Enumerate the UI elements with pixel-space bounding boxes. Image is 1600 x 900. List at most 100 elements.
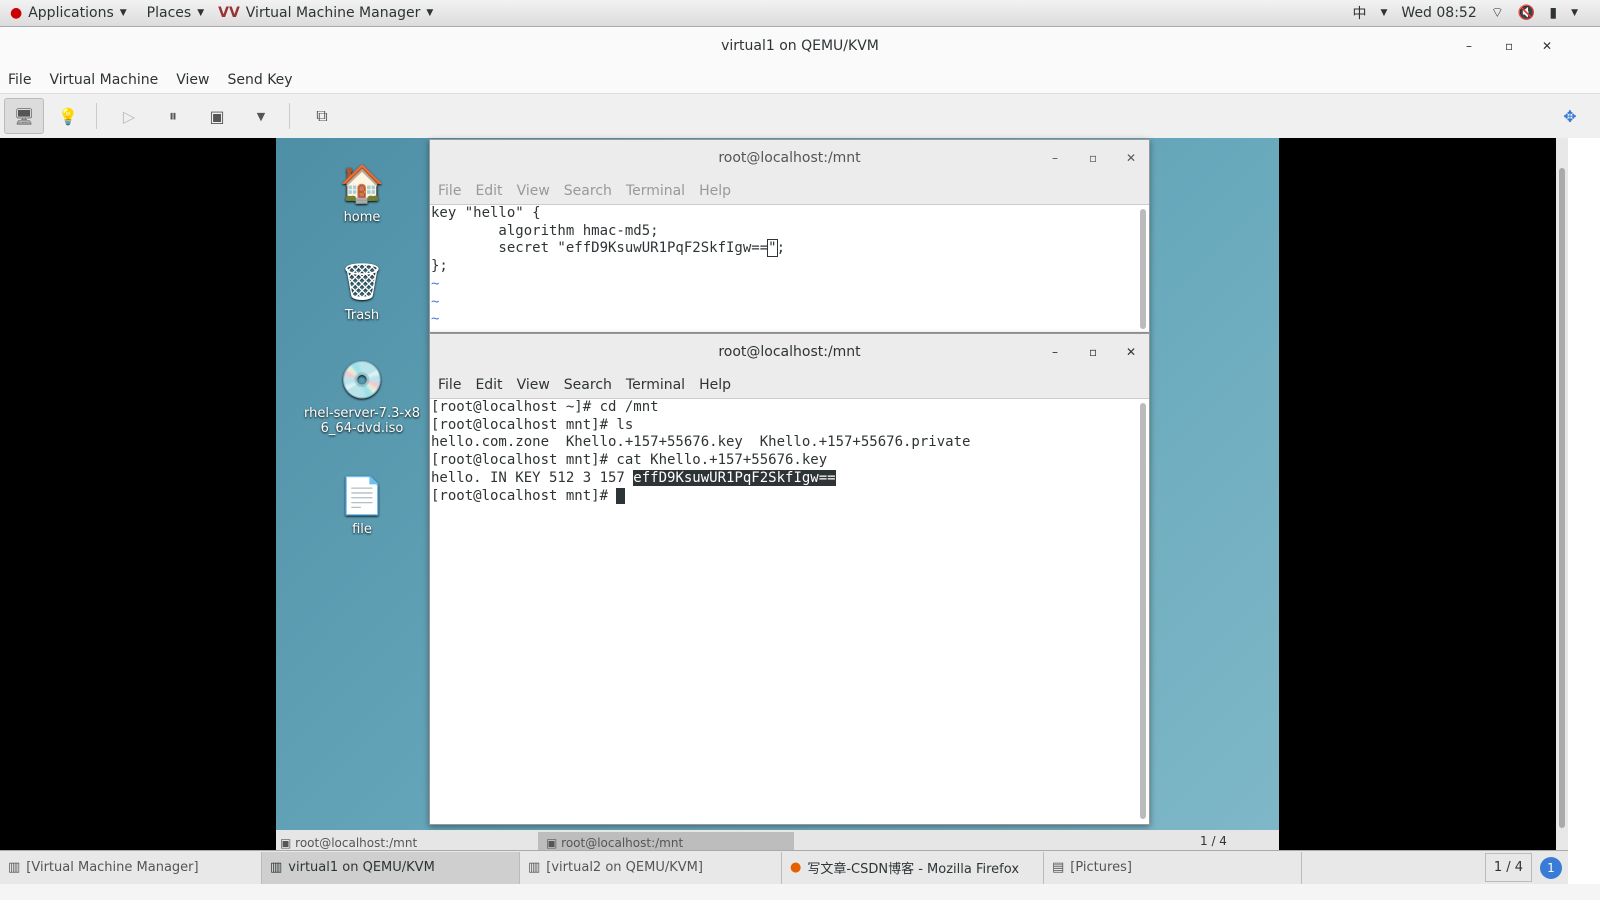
menu-help[interactable]: Help (699, 183, 731, 199)
chevron-down-icon: ▼ (256, 109, 266, 123)
menu-file[interactable]: File (438, 183, 461, 199)
window-title: virtual1 on QEMU/KVM (721, 38, 879, 54)
screen-bottom (0, 884, 1600, 900)
close-button[interactable]: ✕ (1542, 27, 1552, 66)
details-button[interactable]: 💡 (48, 98, 88, 134)
minimize-button[interactable]: – (1466, 27, 1472, 66)
desktop-icon-file[interactable]: 📄 file (307, 472, 417, 537)
menu-bar: File Virtual Machine View Send Key (0, 66, 1600, 94)
fullscreen-icon: ✥ (1563, 106, 1577, 126)
terminal-window-back[interactable]: root@localhost:/mnt – ▫ ✕ File Edit View Se… (429, 139, 1150, 333)
task-virtual2[interactable]: ▥ [virtual2 on QEMU/KVM] (520, 851, 782, 884)
close-button[interactable]: ✕ (1126, 140, 1136, 177)
virt-manager-icon: VV (218, 5, 240, 21)
virt-manager-icon: ▥ (270, 860, 283, 875)
virt-manager-icon: ▥ (8, 860, 21, 875)
chevron-down-icon: ▼ (426, 8, 434, 18)
disc-icon: 💿 (339, 360, 385, 401)
snapshot-button[interactable]: ⧉ (302, 98, 342, 134)
menu-view[interactable]: View (517, 183, 550, 199)
menu-edit[interactable]: Edit (475, 183, 502, 199)
close-button[interactable]: ✕ (1126, 334, 1136, 371)
host-taskbar: ▥ [Virtual Machine Manager] ▥ virtual1 on … (0, 850, 1568, 884)
maximize-button[interactable]: ▫ (1089, 334, 1097, 371)
guest-taskbar: ▣ root@localhost:/mnt ▣ root@localhost:/… (276, 830, 1279, 850)
virt-manager-icon: ▥ (528, 860, 541, 875)
terminal-titlebar: root@localhost:/mnt – ▫ ✕ (430, 334, 1149, 371)
input-method-indicator[interactable]: 中 (1353, 3, 1367, 23)
terminal-icon: ▣ (280, 836, 296, 850)
minimize-button[interactable]: – (1052, 140, 1058, 177)
lightbulb-icon: 💡 (58, 106, 78, 126)
trash-icon: 🗑 (339, 262, 385, 303)
desktop-icon-trash[interactable]: 🗑 Trash (307, 258, 417, 323)
menu-edit[interactable]: Edit (475, 377, 502, 393)
task-pictures[interactable]: ▤ [Pictures] (1044, 851, 1302, 884)
maximize-button[interactable]: ▫ (1505, 27, 1513, 66)
chevron-down-icon: ▼ (197, 8, 205, 18)
redhat-icon: ● (10, 5, 23, 21)
desktop-icon-home[interactable]: 🏠 home (307, 160, 417, 225)
divider (289, 103, 290, 129)
menu-file[interactable]: File (8, 72, 31, 88)
battery-icon[interactable]: ▮ (1549, 5, 1557, 21)
toolbar: 🖥 💡 ▷ ⏸ ▣ ▼ ⧉ ✥ (0, 94, 1600, 138)
screenshot-icon: ⧉ (316, 106, 328, 125)
workspace-indicator[interactable]: 1 / 4 (1484, 853, 1532, 882)
scrollbar[interactable] (1140, 209, 1146, 329)
menu-view[interactable]: View (517, 377, 550, 393)
maximize-button[interactable]: ▫ (1089, 140, 1097, 177)
fullscreen-button[interactable]: ✥ (1550, 98, 1590, 134)
menu-send-key[interactable]: Send Key (227, 72, 292, 88)
shutdown-button[interactable]: ▣ (197, 98, 237, 134)
console-button[interactable]: 🖥 (4, 98, 44, 134)
clock[interactable]: Wed 08:52 (1401, 5, 1476, 21)
terminal-content[interactable]: [root@localhost ~]# cd /mnt [root@localho… (430, 399, 1149, 824)
menu-terminal[interactable]: Terminal (626, 377, 685, 393)
task-virt-manager[interactable]: ▥ [Virtual Machine Manager] (0, 851, 262, 884)
terminal-window-front[interactable]: root@localhost:/mnt – ▫ ✕ File Edit View Se… (429, 333, 1150, 825)
chevron-down-icon: ▼ (1571, 8, 1578, 18)
monitor-icon: 🖥 (13, 106, 35, 126)
terminal-icon: ▣ (546, 836, 562, 850)
menu-file[interactable]: File (438, 377, 461, 393)
task-firefox[interactable]: ● 写文章-CSDN博客 - Mozilla Firefox (782, 851, 1044, 884)
scrollbar[interactable] (1140, 403, 1146, 819)
volume-icon[interactable]: 🔇 (1518, 5, 1535, 21)
menu-search[interactable]: Search (564, 377, 612, 393)
chevron-down-icon: ▼ (119, 8, 127, 18)
run-button[interactable]: ▷ (109, 98, 149, 134)
pause-icon: ⏸ (168, 106, 177, 125)
terminal-content[interactable]: key "hello" { algorithm hmac-md5; secret… (430, 205, 1149, 332)
wifi-icon[interactable]: ⌔ (1491, 4, 1504, 22)
task-virtual1[interactable]: ▥ virtual1 on QEMU/KVM (262, 851, 520, 884)
guest-task-item[interactable]: ▣ root@localhost:/mnt (280, 836, 417, 850)
notification-badge[interactable]: 1 (1540, 856, 1562, 879)
menu-help[interactable]: Help (699, 377, 731, 393)
menu-search[interactable]: Search (564, 183, 612, 199)
menu-view[interactable]: View (176, 72, 209, 88)
terminal-menu: File Edit View Search Terminal Help (430, 371, 1149, 399)
terminal-menu: File Edit View Search Terminal Help (430, 177, 1149, 205)
cursor (616, 487, 626, 504)
firefox-icon: ● (790, 860, 802, 875)
shutdown-dropdown[interactable]: ▼ (241, 98, 281, 134)
window-titlebar: virtual1 on QEMU/KVM – ▫ ✕ (0, 27, 1600, 66)
cursor: " (767, 239, 778, 258)
pause-button[interactable]: ⏸ (153, 98, 193, 134)
terminal-titlebar: root@localhost:/mnt – ▫ ✕ (430, 140, 1149, 177)
guest-task-item[interactable]: ▣ root@localhost:/mnt (538, 832, 794, 850)
minimize-button[interactable]: – (1052, 334, 1058, 371)
menu-terminal[interactable]: Terminal (626, 183, 685, 199)
menu-virtual-machine[interactable]: Virtual Machine (49, 72, 158, 88)
applications-menu[interactable]: ● Applications ▼ (10, 5, 127, 21)
chevron-down-icon: ▼ (1380, 8, 1388, 18)
selected-text[interactable]: effD9KsuwUR1PqF2SkfIgw== (633, 469, 836, 486)
places-menu[interactable]: Places ▼ (147, 5, 204, 21)
play-icon: ▷ (122, 106, 136, 126)
power-icon: ▣ (209, 106, 225, 126)
desktop-icon-iso[interactable]: 💿 rhel-server-7.3-x86_64-dvd.iso (302, 356, 422, 436)
app-menu[interactable]: VV Virtual Machine Manager ▼ (218, 5, 433, 21)
display-scrollbar[interactable] (1556, 138, 1568, 850)
guest-workspace-indicator[interactable]: 1 / 4 (1200, 834, 1227, 848)
